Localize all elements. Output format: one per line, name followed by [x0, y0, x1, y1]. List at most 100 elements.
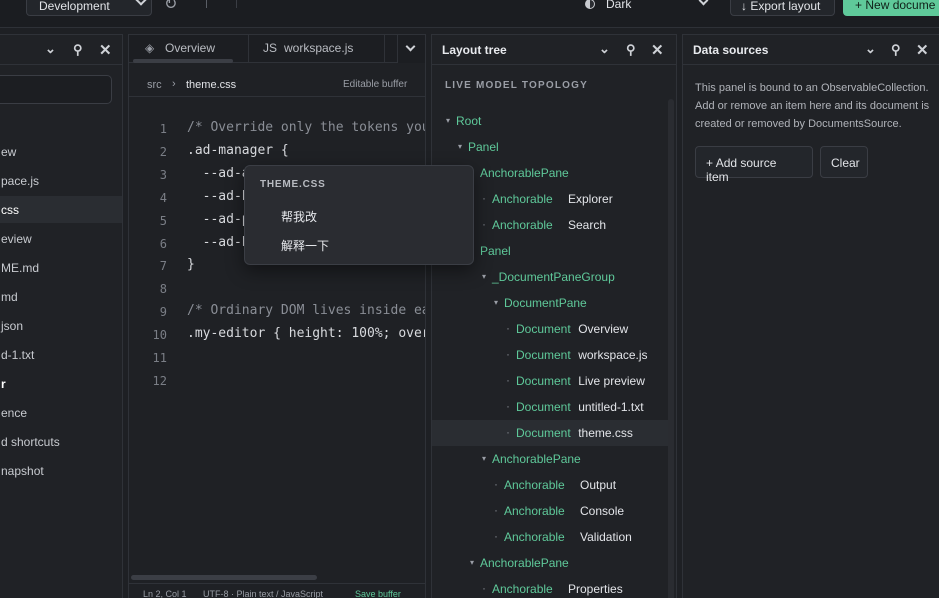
tree-node-kind: AnchorablePane [492, 452, 581, 466]
close-icon[interactable]: ✕ [916, 41, 929, 59]
code-text: /* Ordinary DOM lives inside each [187, 303, 425, 319]
panel-title: Data sources [693, 43, 769, 57]
tree-node-kind: Anchorable [492, 582, 553, 596]
tree-expand-icon[interactable]: ▾ [482, 272, 486, 281]
tree-node[interactable]: ▾ AnchorablePane [432, 550, 668, 576]
save-buffer-button[interactable]: Save buffer [355, 589, 401, 598]
tree-expand-icon[interactable]: ▾ [458, 142, 462, 151]
add-source-item-button[interactable]: + Add source item [695, 146, 813, 184]
line-number: 1 [159, 122, 167, 136]
environment-select[interactable]: Development [26, 0, 152, 16]
menu-item-explain[interactable]: 解释一下 [251, 231, 467, 257]
tree-expand-icon[interactable]: ▾ [494, 298, 498, 307]
pin-icon[interactable]: ⚲ [626, 42, 636, 58]
explorer-item[interactable]: md [0, 283, 122, 310]
tree-node[interactable]: · Document theme.css [432, 420, 668, 446]
tree-bullet-icon: · [506, 321, 510, 335]
line-number: 6 [159, 236, 167, 251]
tree-node-kind: Panel [468, 140, 499, 154]
tree-bullet-icon: · [482, 217, 486, 231]
export-layout-button[interactable]: ↓ Export layout [730, 0, 835, 16]
tree-node[interactable]: ▾ AnchorablePane [432, 446, 668, 472]
tree-node-kind: Anchorable [504, 504, 565, 518]
reload-icon[interactable]: ↻ [164, 0, 177, 14]
explorer-item-label: ME.md [1, 261, 40, 275]
tree-node-kind: Document [516, 322, 571, 336]
chevron-down-icon[interactable]: ⌄ [599, 41, 610, 57]
tree-scrollbar[interactable] [668, 99, 674, 598]
tree-expand-icon[interactable]: ▾ [470, 558, 474, 567]
theme-select[interactable]: Dark [585, 0, 713, 12]
code-text: /* Override only the tokens you n [187, 120, 425, 135]
tree-node[interactable]: ▾ Panel [432, 134, 668, 160]
tree-expand-icon[interactable]: ▾ [446, 116, 450, 125]
toolbar-divider [206, 0, 207, 8]
editor-hscrollbar[interactable] [131, 575, 317, 580]
explorer-item[interactable]: ME.md [0, 254, 122, 281]
tree-node[interactable]: ▾ _DocumentPaneGroup [432, 264, 668, 290]
tab-scrollbar[interactable] [133, 59, 233, 63]
line-number: 8 [159, 282, 167, 297]
explorer-item[interactable]: ew [0, 138, 122, 165]
tree-node[interactable]: · Anchorable Properties [432, 576, 668, 598]
buffer-status: Editable buffer [343, 79, 408, 90]
tree-node[interactable]: · Anchorable Console [432, 498, 668, 524]
line-number: 12 [152, 373, 167, 388]
tree-node-kind: DocumentPane [504, 296, 587, 310]
tree-expand-icon[interactable]: ▾ [482, 454, 486, 463]
close-icon[interactable]: ✕ [651, 41, 664, 59]
breadcrumb-file[interactable]: theme.css [186, 79, 236, 91]
explorer-item[interactable]: css [0, 196, 122, 223]
menu-item-fix[interactable]: 帮我改 [251, 202, 467, 228]
code-text: .my-editor { height: 100%; overfl [187, 326, 425, 342]
pin-icon[interactable]: ⚲ [73, 42, 83, 58]
tab-workspace-js[interactable]: JS workspace.js [249, 35, 385, 63]
layout-tree-panel: Layout tree ⌄ ⚲ ✕ LIVE MODEL TOPOLOGY ▾ R… [431, 34, 677, 598]
explorer-item[interactable]: napshot [0, 457, 122, 484]
breadcrumb-folder[interactable]: src [147, 79, 162, 91]
explorer-search-input[interactable] [0, 75, 112, 104]
tree-bullet-icon: · [506, 425, 510, 439]
explorer-item[interactable]: d-1.txt [0, 341, 122, 368]
tree-node-name: Properties [568, 582, 623, 596]
pin-icon[interactable]: ⚲ [891, 42, 901, 58]
explorer-item[interactable]: eview [0, 225, 122, 252]
tree-node-name: theme.css [578, 426, 633, 440]
explorer-item[interactable]: pace.js [0, 167, 122, 194]
tree-node[interactable]: · Anchorable Output [432, 472, 668, 498]
tab-label: Overview [165, 41, 216, 55]
explorer-item[interactable]: d shortcuts [0, 428, 122, 455]
tree-bullet-icon: · [494, 477, 498, 491]
chevron-down-icon[interactable]: ⌄ [865, 41, 876, 57]
data-sources-header: Data sources ⌄ ⚲ ✕ [683, 35, 939, 65]
clear-button[interactable]: Clear [820, 146, 868, 178]
tree-node[interactable]: · Document workspace.js [432, 342, 668, 368]
explorer-item[interactable]: ence [0, 399, 122, 426]
tree-bullet-icon: · [494, 529, 498, 543]
tree-node[interactable]: · Document Live preview [432, 368, 668, 394]
tab-overflow-button[interactable] [397, 35, 425, 63]
file-mode: UTF-8 · Plain text / JavaScript [203, 589, 324, 598]
close-icon[interactable]: ✕ [99, 41, 112, 59]
chevron-down-icon[interactable]: ⌄ [45, 41, 56, 57]
explorer-item-label: md [1, 290, 18, 304]
code-text: --ad-a [187, 165, 250, 181]
tree-node-name: Output [580, 478, 617, 492]
tree-node[interactable]: ▾ Root [432, 108, 668, 134]
tree-node-kind: Root [456, 114, 482, 128]
tree-node-name: Live preview [578, 374, 645, 388]
tree-node[interactable]: · Document untitled-1.txt [432, 394, 668, 420]
explorer-item[interactable]: json [0, 312, 122, 339]
tree-bullet-icon: · [482, 581, 486, 595]
new-document-button[interactable]: + New docume [843, 0, 939, 16]
tree-node-kind: Anchorable [504, 530, 565, 544]
download-icon: ↓ [741, 0, 747, 13]
explorer-item-label: ence [1, 406, 28, 420]
tree-node[interactable]: · Anchorable Validation [432, 524, 668, 550]
tree-node-kind: _DocumentPaneGroup [492, 270, 615, 284]
chevron-down-icon [135, 0, 147, 6]
tree-node[interactable]: · Document Overview [432, 316, 668, 342]
explorer-item[interactable]: r [0, 370, 122, 397]
tree-node[interactable]: ▾ DocumentPane [432, 290, 668, 316]
data-sources-description: This panel is bound to an ObservableColl… [695, 82, 930, 130]
